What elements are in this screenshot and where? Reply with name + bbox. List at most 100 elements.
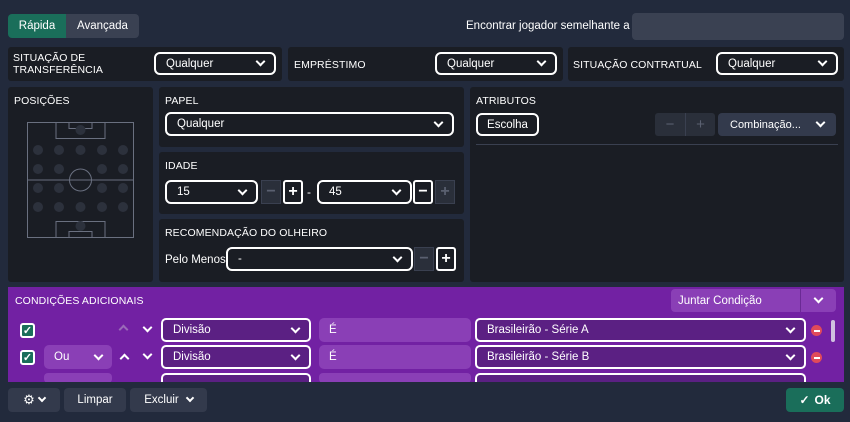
transfer-status-select[interactable]: Qualquer <box>154 52 276 75</box>
condition-row-2-value-select[interactable]: Brasileirão - Série B <box>475 345 806 369</box>
condition-row-1-move-up-icon[interactable] <box>118 324 129 335</box>
condition-row-3-connector-select[interactable] <box>44 373 112 382</box>
contract-status-panel: SITUAÇÃO CONTRATUAL Qualquer <box>568 47 844 81</box>
chevron-down-icon <box>433 117 444 127</box>
scout-label: RECOMENDAÇÃO DO OLHEIRO <box>165 227 328 239</box>
age-max-decrement-button[interactable]: − <box>413 180 433 204</box>
scout-prefix-label: Pelo Menos <box>165 254 226 266</box>
age-min-select[interactable]: 15 <box>165 180 258 204</box>
chevron-down-icon <box>255 56 266 67</box>
condition-row-1-checkbox[interactable]: ✓ <box>20 323 35 338</box>
age-min-decrement-button[interactable]: − <box>261 180 281 204</box>
transfer-status-value: Qualquer <box>166 57 214 70</box>
attributes-choose-button[interactable]: Escolha <box>476 113 539 136</box>
condition-row-2-move-down-icon[interactable] <box>142 349 153 360</box>
attributes-combination-select[interactable]: Combinação... <box>718 113 836 136</box>
condition-row-2-operator-select[interactable]: É <box>319 345 471 369</box>
condition-row-2-connector-select[interactable]: Ou <box>44 345 112 369</box>
chevron-down-icon <box>392 252 403 262</box>
gear-icon: ⚙ <box>23 392 35 407</box>
scout-select[interactable]: - <box>226 247 413 271</box>
condition-row-3-operator-select[interactable] <box>319 373 471 382</box>
age-max-value: 45 <box>329 186 342 198</box>
condition-row-2-remove-icon[interactable] <box>811 352 822 363</box>
find-similar-input[interactable] <box>632 13 844 40</box>
transfer-status-panel: SITUAÇÃO DE TRANSFERÊNCIA Qualquer <box>8 47 282 81</box>
condition-row-1-field: Divisão <box>173 324 211 336</box>
attributes-label: ATRIBUTOS <box>476 95 537 107</box>
age-min-increment-button[interactable]: + <box>283 180 303 204</box>
scout-increment-button[interactable]: + <box>436 247 456 271</box>
condition-row-3-field-select[interactable] <box>161 373 311 382</box>
scout-value: - <box>238 253 242 265</box>
conditions-label: CONDIÇÕES ADICIONAIS <box>15 295 144 307</box>
age-label: IDADE <box>165 160 198 172</box>
loan-select[interactable]: Qualquer <box>435 52 557 75</box>
loan-value: Qualquer <box>447 57 495 70</box>
contract-status-select[interactable]: Qualquer <box>716 52 838 75</box>
transfer-status-label: SITUAÇÃO DE TRANSFERÊNCIA <box>13 52 103 76</box>
chevron-down-icon <box>290 323 301 333</box>
contract-status-label: SITUAÇÃO CONTRATUAL <box>573 59 702 71</box>
age-panel: IDADE 15 − + - 45 − + <box>159 152 464 214</box>
scout-decrement-button[interactable]: − <box>414 247 434 271</box>
chevron-down-icon <box>785 350 796 360</box>
conditions-panel: CONDIÇÕES ADICIONAIS Juntar Condição ✓ D… <box>8 287 844 382</box>
condition-row-1-operator-select[interactable]: É <box>319 318 471 342</box>
role-select[interactable]: Qualquer <box>165 112 454 136</box>
condition-row-1-value: Brasileirão - Série A <box>487 324 589 336</box>
age-min-value: 15 <box>177 186 190 198</box>
role-label: PAPEL <box>165 95 199 107</box>
age-max-select[interactable]: 45 <box>317 180 412 204</box>
condition-row-2-value: Brasileirão - Série B <box>487 351 590 363</box>
contract-status-value: Qualquer <box>728 57 776 70</box>
condition-row-3-value-select[interactable] <box>475 373 806 382</box>
chevron-down-icon <box>813 293 824 304</box>
tab-quick[interactable]: Rápida <box>8 14 66 38</box>
attributes-divider <box>476 144 838 145</box>
condition-row-2-connector: Ou <box>54 351 70 363</box>
ok-button[interactable]: ✓ Ok <box>786 388 844 412</box>
condition-row-2-operator: É <box>329 351 337 363</box>
conditions-scrollbar[interactable] <box>831 320 835 342</box>
condition-row-2-move-up-icon[interactable] <box>119 353 130 364</box>
scout-panel: RECOMENDAÇÃO DO OLHEIRO Pelo Menos - − + <box>159 219 464 282</box>
exclude-button[interactable]: Excluir <box>130 388 207 412</box>
condition-row-2-checkbox[interactable]: ✓ <box>20 350 35 365</box>
condition-row-1-value-select[interactable]: Brasileirão - Série A <box>475 318 806 342</box>
chevron-down-icon <box>237 185 248 195</box>
attributes-increment-button[interactable]: + <box>685 113 715 136</box>
attributes-decrement-button[interactable]: − <box>655 113 685 136</box>
check-icon: ✓ <box>799 393 810 407</box>
chevron-down-icon <box>290 350 301 360</box>
chevron-down-icon <box>785 323 796 333</box>
age-separator: - <box>307 185 311 199</box>
positions-label: POSIÇÕES <box>14 95 70 107</box>
condition-row-2-field: Divisão <box>173 351 211 363</box>
chevron-down-icon <box>536 56 547 67</box>
chevron-down-icon <box>815 117 826 128</box>
role-panel: PAPEL Qualquer <box>159 87 464 147</box>
condition-row-1-field-select[interactable]: Divisão <box>161 318 311 342</box>
pitch-diagram[interactable] <box>27 122 134 238</box>
condition-row-1-move-down-icon[interactable] <box>142 322 153 333</box>
exclude-label: Excluir <box>144 394 179 406</box>
chevron-down-icon <box>817 56 828 67</box>
settings-button[interactable]: ⚙ <box>8 388 60 412</box>
condition-row-1-remove-icon[interactable] <box>811 325 822 336</box>
join-condition-dropdown[interactable] <box>800 289 836 312</box>
condition-row-2-field-select[interactable]: Divisão <box>161 345 311 369</box>
loan-panel: EMPRÉSTIMO Qualquer <box>288 47 563 81</box>
attributes-combination-label: Combinação... <box>730 118 801 131</box>
ok-label: Ok <box>814 393 831 407</box>
clear-button[interactable]: Limpar <box>64 388 126 412</box>
attributes-panel: ATRIBUTOS Escolha − + Combinação... <box>470 87 844 282</box>
chevron-down-icon <box>391 185 402 195</box>
attributes-stepper[interactable]: − + <box>655 113 715 136</box>
loan-label: EMPRÉSTIMO <box>294 59 366 71</box>
tab-advanced[interactable]: Avançada <box>66 14 139 38</box>
join-condition-button[interactable]: Juntar Condição <box>671 289 836 312</box>
chevron-down-icon <box>37 393 47 403</box>
find-similar-label: Encontrar jogador semelhante a <box>466 20 630 32</box>
age-max-increment-button[interactable]: + <box>435 180 455 204</box>
